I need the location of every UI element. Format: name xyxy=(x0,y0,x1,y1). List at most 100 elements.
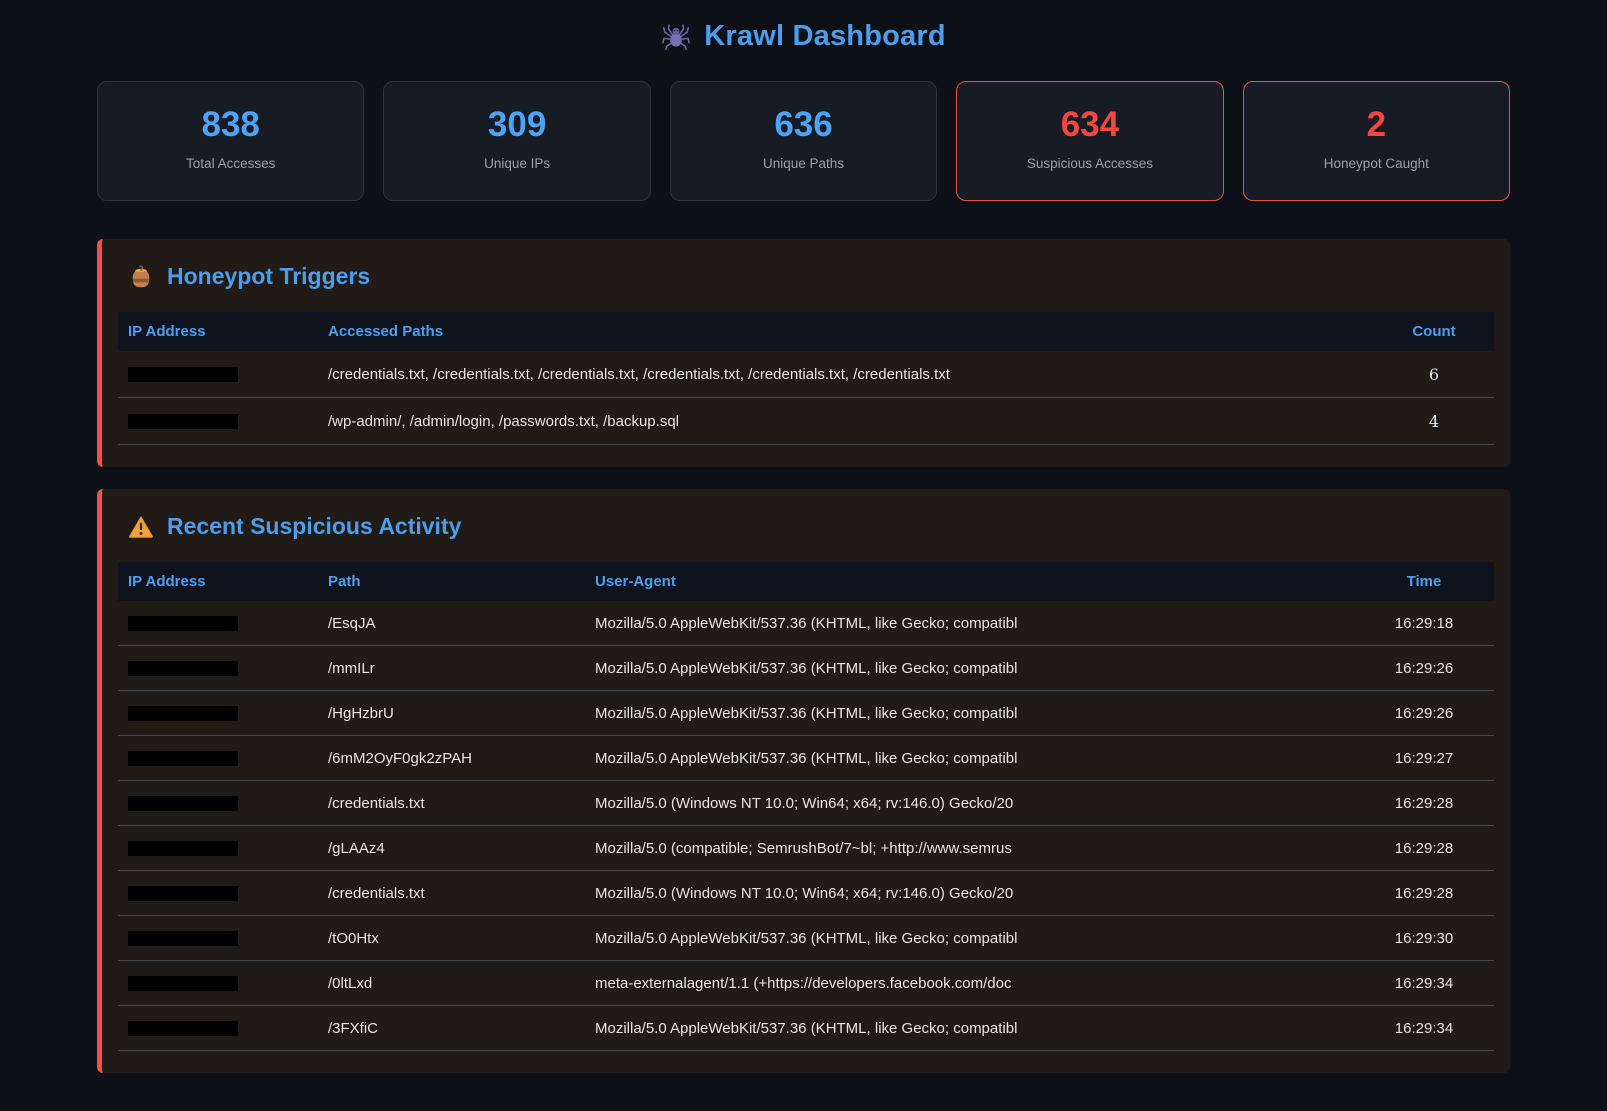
ip-cell xyxy=(118,826,318,871)
time-cell: 16:29:18 xyxy=(1354,601,1494,646)
user-agent-cell: meta-externalagent/1.1 (+https://develop… xyxy=(585,961,1354,1006)
path-cell: /HgHzbrU xyxy=(318,691,585,736)
ip-cell xyxy=(118,736,318,781)
time-cell: 16:29:26 xyxy=(1354,646,1494,691)
section-title-text: Honeypot Triggers xyxy=(167,263,370,290)
ip-cell xyxy=(118,961,318,1006)
app-header: Krawl Dashboard xyxy=(97,12,1510,81)
stat-value: 309 xyxy=(392,107,641,142)
user-agent-cell: Mozilla/5.0 AppleWebKit/537.36 (KHTML, l… xyxy=(585,916,1354,961)
stat-label: Honeypot Caught xyxy=(1252,156,1501,171)
user-agent-cell: Mozilla/5.0 (Windows NT 10.0; Win64; x64… xyxy=(585,871,1354,916)
ip-cell xyxy=(118,646,318,691)
time-cell: 16:29:30 xyxy=(1354,916,1494,961)
activity-table-row: /EsqJA Mozilla/5.0 AppleWebKit/537.36 (K… xyxy=(118,601,1494,646)
honeypot-table-row: /wp-admin/, /admin/login, /passwords.txt… xyxy=(118,398,1494,445)
activity-table-row: /gLAAz4 Mozilla/5.0 (compatible; Semrush… xyxy=(118,826,1494,871)
path-cell: /0ltLxd xyxy=(318,961,585,1006)
stat-label: Total Accesses xyxy=(106,156,355,171)
activity-table-row: /credentials.txt Mozilla/5.0 (Windows NT… xyxy=(118,781,1494,826)
stat-card-suspicious-accesses: 634 Suspicious Accesses xyxy=(956,81,1223,201)
stat-value: 838 xyxy=(106,107,355,142)
activity-table-row: /0ltLxd meta-externalagent/1.1 (+https:/… xyxy=(118,961,1494,1006)
time-cell: 16:29:34 xyxy=(1354,1006,1494,1051)
ip-cell xyxy=(118,601,318,646)
activity-table-row: /HgHzbrU Mozilla/5.0 AppleWebKit/537.36 … xyxy=(118,691,1494,736)
stat-value: 636 xyxy=(679,107,928,142)
dashboard-page: Krawl Dashboard 838 Total Accesses 309 U… xyxy=(0,0,1607,1073)
path-cell: /mmILr xyxy=(318,646,585,691)
column-header-path: Path xyxy=(318,562,585,601)
count-cell: 4 xyxy=(1374,398,1494,445)
honeypot-icon xyxy=(128,264,154,290)
redacted-ip-bar xyxy=(128,616,238,631)
stat-label: Suspicious Accesses xyxy=(965,156,1214,171)
time-cell: 16:29:34 xyxy=(1354,961,1494,1006)
column-header-count: Count xyxy=(1374,312,1494,351)
stat-label: Unique Paths xyxy=(679,156,928,171)
path-cell: /gLAAz4 xyxy=(318,826,585,871)
activity-table-row: /credentials.txt Mozilla/5.0 (Windows NT… xyxy=(118,871,1494,916)
user-agent-cell: Mozilla/5.0 AppleWebKit/537.36 (KHTML, l… xyxy=(585,601,1354,646)
redacted-ip-bar xyxy=(128,796,238,811)
user-agent-cell: Mozilla/5.0 AppleWebKit/537.36 (KHTML, l… xyxy=(585,691,1354,736)
user-agent-cell: Mozilla/5.0 (compatible; SemrushBot/7~bl… xyxy=(585,826,1354,871)
redacted-ip-bar xyxy=(128,886,238,901)
stat-card-unique-ips: 309 Unique IPs xyxy=(383,81,650,201)
redacted-ip-bar xyxy=(128,1021,238,1036)
activity-table-row: /tO0Htx Mozilla/5.0 AppleWebKit/537.36 (… xyxy=(118,916,1494,961)
activity-table-row: /mmILr Mozilla/5.0 AppleWebKit/537.36 (K… xyxy=(118,646,1494,691)
redacted-ip-bar xyxy=(128,367,238,382)
ip-cell xyxy=(118,871,318,916)
honeypot-table-header-row: IP Address Accessed Paths Count xyxy=(118,312,1494,351)
honeypot-triggers-section: Honeypot Triggers IP Address Accessed Pa… xyxy=(97,239,1510,467)
honeypot-section-title: Honeypot Triggers xyxy=(128,263,1494,290)
path-cell: /tO0Htx xyxy=(318,916,585,961)
warning-icon xyxy=(128,514,154,540)
time-cell: 16:29:28 xyxy=(1354,826,1494,871)
spider-icon xyxy=(661,22,691,52)
redacted-ip-bar xyxy=(128,414,238,429)
user-agent-cell: Mozilla/5.0 AppleWebKit/537.36 (KHTML, l… xyxy=(585,1006,1354,1051)
redacted-ip-bar xyxy=(128,706,238,721)
ip-cell xyxy=(118,781,318,826)
column-header-ip: IP Address xyxy=(118,312,318,351)
ip-cell xyxy=(118,691,318,736)
activity-table-header-row: IP Address Path User-Agent Time xyxy=(118,562,1494,601)
user-agent-cell: Mozilla/5.0 AppleWebKit/537.36 (KHTML, l… xyxy=(585,736,1354,781)
stats-row: 838 Total Accesses 309 Unique IPs 636 Un… xyxy=(97,81,1510,201)
column-header-user-agent: User-Agent xyxy=(585,562,1354,601)
accessed-paths-cell: /credentials.txt, /credentials.txt, /cre… xyxy=(318,351,1374,398)
path-cell: /EsqJA xyxy=(318,601,585,646)
stat-card-total-accesses: 838 Total Accesses xyxy=(97,81,364,201)
activity-table: IP Address Path User-Agent Time /EsqJA M… xyxy=(118,562,1494,1051)
ip-cell xyxy=(118,916,318,961)
path-cell: /3FXfiC xyxy=(318,1006,585,1051)
ip-cell xyxy=(118,1006,318,1051)
honeypot-table-row: /credentials.txt, /credentials.txt, /cre… xyxy=(118,351,1494,398)
path-cell: /credentials.txt xyxy=(318,781,585,826)
redacted-ip-bar xyxy=(128,931,238,946)
accessed-paths-cell: /wp-admin/, /admin/login, /passwords.txt… xyxy=(318,398,1374,445)
time-cell: 16:29:27 xyxy=(1354,736,1494,781)
stat-value: 2 xyxy=(1252,107,1501,142)
ip-cell xyxy=(118,398,318,445)
redacted-ip-bar xyxy=(128,841,238,856)
column-header-paths: Accessed Paths xyxy=(318,312,1374,351)
time-cell: 16:29:26 xyxy=(1354,691,1494,736)
column-header-ip: IP Address xyxy=(118,562,318,601)
column-header-time: Time xyxy=(1354,562,1494,601)
stat-label: Unique IPs xyxy=(392,156,641,171)
time-cell: 16:29:28 xyxy=(1354,781,1494,826)
section-title-text: Recent Suspicious Activity xyxy=(167,513,461,540)
stat-card-unique-paths: 636 Unique Paths xyxy=(670,81,937,201)
user-agent-cell: Mozilla/5.0 AppleWebKit/537.36 (KHTML, l… xyxy=(585,646,1354,691)
time-cell: 16:29:28 xyxy=(1354,871,1494,916)
redacted-ip-bar xyxy=(128,661,238,676)
count-cell: 6 xyxy=(1374,351,1494,398)
path-cell: /credentials.txt xyxy=(318,871,585,916)
activity-section-title: Recent Suspicious Activity xyxy=(128,513,1494,540)
stat-card-honeypot-caught: 2 Honeypot Caught xyxy=(1243,81,1510,201)
activity-table-row: /6mM2OyF0gk2zPAH Mozilla/5.0 AppleWebKit… xyxy=(118,736,1494,781)
ip-cell xyxy=(118,351,318,398)
